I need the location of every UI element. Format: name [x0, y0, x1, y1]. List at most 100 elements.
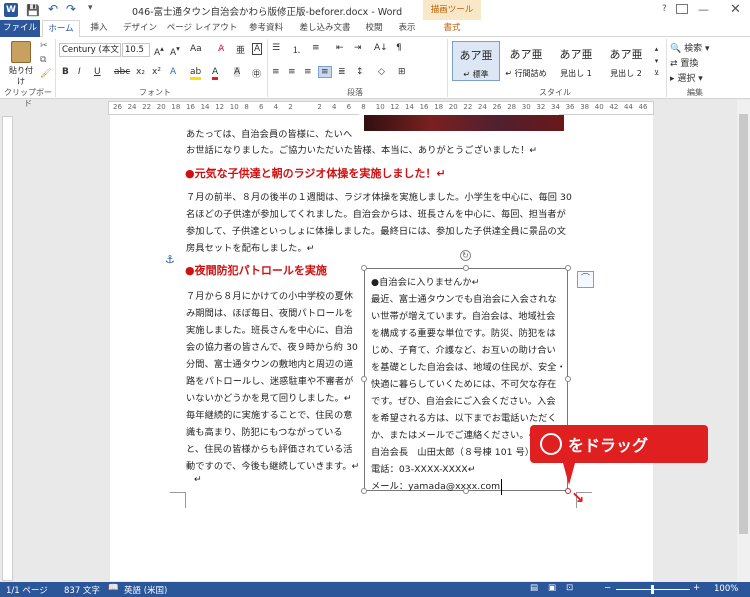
- close-icon[interactable]: ✕: [730, 2, 741, 17]
- tab-file[interactable]: ファイル: [0, 20, 40, 37]
- language[interactable]: 英語 (米国): [124, 584, 167, 596]
- horizontal-ruler[interactable]: 26 24 22 20 18 16 14 12 10 8 6 4 2 2 4 6 8 10 12 14 16 18 20 22…: [108, 101, 654, 115]
- clear-format-icon[interactable]: A̷: [218, 44, 224, 54]
- format-painter-icon[interactable]: 🖌: [40, 69, 51, 79]
- resize-handle-bc[interactable]: [463, 488, 469, 494]
- read-mode-icon[interactable]: ▤: [530, 583, 538, 593]
- fill-icon[interactable]: ◇: [378, 67, 385, 77]
- case-icon[interactable]: Aa: [190, 44, 202, 54]
- italic-icon[interactable]: I: [78, 67, 81, 77]
- sort-icon[interactable]: A↓: [374, 43, 388, 53]
- zoom-out-icon[interactable]: −: [604, 583, 611, 593]
- textbox-line-12: 電話：03-XXXX-XXXX↵: [371, 464, 476, 475]
- line-spacing-icon[interactable]: ↕: [356, 67, 364, 77]
- replace-button[interactable]: ⇄ 置換: [670, 56, 698, 69]
- superscript-icon[interactable]: x²: [152, 67, 161, 77]
- style-heading-1[interactable]: あア亜 見出し 1: [552, 41, 600, 81]
- tab-view[interactable]: 表示: [392, 20, 422, 37]
- style-preview: あア亜: [559, 48, 593, 61]
- align-right-icon[interactable]: ≡: [304, 67, 312, 77]
- ribbon-options-icon[interactable]: [676, 4, 688, 14]
- word-count[interactable]: 837 文字: [64, 584, 100, 596]
- show-marks-icon[interactable]: ¶: [396, 43, 402, 53]
- tab-insert[interactable]: 挿入: [84, 20, 114, 37]
- rotate-handle[interactable]: ↻: [460, 250, 471, 261]
- paste-button[interactable]: 貼り付け: [6, 39, 36, 86]
- resize-handle-mr[interactable]: [565, 376, 571, 382]
- ruler-tick: 36: [565, 103, 575, 111]
- strikethrough-icon[interactable]: abc: [114, 67, 130, 77]
- zoom-thumb[interactable]: [651, 585, 654, 594]
- subscript-icon[interactable]: x₂: [136, 67, 145, 77]
- replace-label: 置換: [680, 59, 699, 69]
- shading-icon[interactable]: A: [234, 67, 241, 77]
- font-color-icon[interactable]: A: [212, 67, 219, 80]
- char-border-icon[interactable]: A: [252, 43, 263, 55]
- find-button[interactable]: 🔍 検索 ▾: [670, 41, 710, 54]
- tab-home[interactable]: ホーム: [42, 20, 80, 37]
- tab-design[interactable]: デザイン: [118, 20, 162, 37]
- cut-icon[interactable]: ✂: [40, 41, 48, 51]
- text-effect-icon[interactable]: A: [170, 67, 176, 77]
- undo-icon[interactable]: ↶: [48, 2, 58, 16]
- ribbon-tabs: ファイル ホーム 挿入 デザイン ページ レイアウト 参考資料 差し込み文書 校…: [0, 20, 750, 37]
- style-no-spacing[interactable]: あア亜 ↵ 行間詰め: [502, 41, 550, 81]
- tab-page-layout[interactable]: ページ レイアウト: [166, 20, 238, 37]
- tab-mailings[interactable]: 差し込み文書: [294, 20, 356, 37]
- layout-options-icon[interactable]: ⌒: [577, 271, 594, 288]
- zoom-in-icon[interactable]: +: [693, 583, 700, 593]
- tab-references[interactable]: 参考資料: [242, 20, 290, 37]
- font-size-select[interactable]: 10.5: [122, 43, 150, 57]
- resize-handle-tc[interactable]: [463, 265, 469, 271]
- font-name-select[interactable]: Century (本文: [59, 43, 121, 57]
- bullets-icon[interactable]: ☰: [272, 43, 280, 53]
- word-icon[interactable]: W: [4, 3, 18, 17]
- resize-handle-tl[interactable]: [361, 265, 367, 271]
- grow-font-icon[interactable]: A▴: [154, 44, 164, 58]
- save-icon[interactable]: 💾: [26, 4, 40, 17]
- enclose-icon[interactable]: ㊥: [252, 67, 261, 80]
- zoom-level[interactable]: 100%: [714, 584, 738, 594]
- multilevel-icon[interactable]: ≡: [312, 43, 320, 53]
- circle-icon: [540, 433, 562, 455]
- phonetic-icon[interactable]: 亜: [236, 43, 245, 56]
- ruler-tick: 16: [186, 103, 195, 111]
- styles-scroll-icon[interactable]: ▴ ▾ ⊻: [654, 43, 659, 79]
- tab-format[interactable]: 書式: [426, 20, 478, 37]
- distributed-icon[interactable]: ≣: [338, 67, 346, 77]
- decrease-indent-icon[interactable]: ⇤: [336, 43, 344, 53]
- bold-icon[interactable]: B: [62, 67, 69, 77]
- page-count[interactable]: 1/1 ページ: [6, 584, 48, 596]
- p2-line-10: と、住民の皆様からも評価されている活: [186, 444, 353, 455]
- resize-handle-tr[interactable]: [565, 265, 571, 271]
- select-button[interactable]: ▸ 選択 ▾: [670, 71, 703, 84]
- justify-icon[interactable]: ≡: [318, 66, 332, 78]
- proofing-icon[interactable]: 📖: [108, 583, 119, 593]
- underline-icon[interactable]: U: [94, 67, 101, 77]
- resize-handle-bl[interactable]: [361, 488, 367, 494]
- zoom-slider[interactable]: [616, 585, 690, 594]
- web-layout-icon[interactable]: ⊡: [566, 583, 573, 593]
- shrink-font-icon[interactable]: A▾: [170, 44, 180, 58]
- resize-handle-ml[interactable]: [361, 376, 367, 382]
- minimize-icon[interactable]: —: [698, 3, 709, 16]
- style-heading-2[interactable]: あア亜 見出し 2: [602, 41, 650, 81]
- textbox-line-10: か、またはメールでご連絡ください。↵: [371, 430, 537, 441]
- vertical-ruler[interactable]: [2, 116, 13, 581]
- paste-icon: [11, 41, 31, 63]
- redo-icon[interactable]: ↷: [66, 2, 76, 16]
- style-normal[interactable]: あア亜 ↵ 標準: [452, 41, 500, 81]
- vertical-scrollbar[interactable]: [737, 100, 750, 582]
- scroll-thumb[interactable]: [739, 114, 748, 534]
- border-icon[interactable]: ⊞: [398, 67, 406, 77]
- increase-indent-icon[interactable]: ⇥: [354, 43, 362, 53]
- tab-review[interactable]: 校閲: [360, 20, 388, 37]
- numbering-icon[interactable]: ⒈: [292, 43, 301, 56]
- highlight-icon[interactable]: ab: [190, 67, 202, 80]
- align-left-icon[interactable]: ≡: [272, 67, 280, 77]
- customize-icon[interactable]: ▾: [88, 3, 93, 13]
- copy-icon[interactable]: ⧉: [40, 55, 46, 65]
- help-icon[interactable]: ?: [662, 4, 667, 14]
- print-layout-icon[interactable]: ▣: [548, 583, 556, 593]
- align-center-icon[interactable]: ≡: [288, 67, 296, 77]
